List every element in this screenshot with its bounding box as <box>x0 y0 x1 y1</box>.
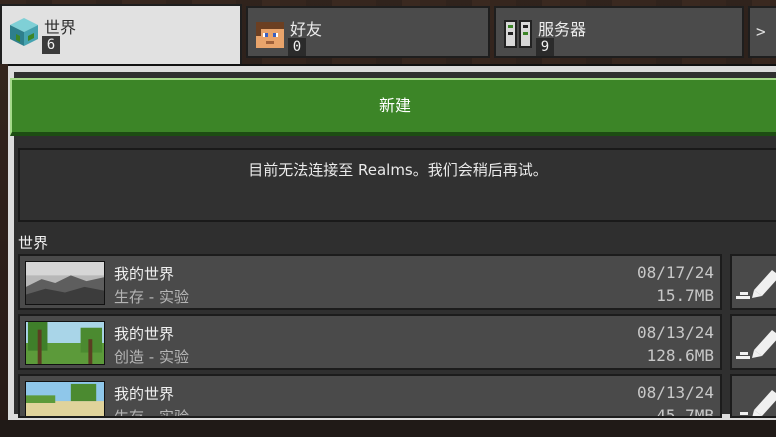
world-size: 15.7MB <box>656 286 714 305</box>
realms-status-message: 目前无法连接至 Realms。我们会稍后再试。 <box>18 148 776 222</box>
tab-worlds-count: 6 <box>42 36 60 54</box>
chevron-right-icon: > <box>756 22 766 41</box>
tab-more[interactable]: > <box>748 6 776 58</box>
tab-servers-label: 服务器 <box>538 20 587 39</box>
tab-bar: 世界 6 好友 0 服务器 9 > <box>0 0 776 64</box>
tab-worlds[interactable]: 世界 6 <box>0 4 242 64</box>
world-thumbnail <box>25 261 105 305</box>
bottom-edge <box>0 420 776 437</box>
world-mode: 生存 - 实验 <box>114 408 189 418</box>
world-size: 45.7MB <box>656 406 714 418</box>
edit-world-button[interactable] <box>730 374 776 418</box>
edit-world-button[interactable] <box>730 314 776 370</box>
create-new-world-button[interactable]: 新建 <box>10 78 776 136</box>
tab-worlds-label: 世界 <box>44 18 77 37</box>
friend-face-icon <box>256 22 284 48</box>
world-thumbnail <box>25 381 105 416</box>
tab-servers-count: 9 <box>536 38 554 56</box>
world-list-item[interactable]: 我的世界 生存 - 实验 08/13/24 45.7MB <box>18 374 722 418</box>
world-list-item[interactable]: 我的世界 创造 - 实验 08/13/24 128.6MB <box>18 314 722 370</box>
world-name: 我的世界 <box>114 265 175 283</box>
world-name: 我的世界 <box>114 325 175 343</box>
tab-friends[interactable]: 好友 0 <box>246 6 490 58</box>
pencil-icon <box>736 330 776 359</box>
edit-world-button[interactable] <box>730 254 776 310</box>
world-mode: 生存 - 实验 <box>114 288 189 306</box>
world-mode: 创造 - 实验 <box>114 348 189 366</box>
world-date: 08/13/24 <box>636 323 714 342</box>
world-name: 我的世界 <box>114 385 175 403</box>
tab-servers[interactable]: 服务器 9 <box>494 6 744 58</box>
world-thumbnail <box>25 321 105 365</box>
world-list-item[interactable]: 我的世界 生存 - 实验 08/17/24 15.7MB <box>18 254 722 310</box>
tab-friends-label: 好友 <box>290 20 323 39</box>
worlds-section-title: 世界 <box>18 234 49 252</box>
world-date: 08/17/24 <box>636 263 714 282</box>
world-date: 08/13/24 <box>636 383 714 402</box>
world-size: 128.6MB <box>646 346 714 365</box>
tab-friends-count: 0 <box>288 38 306 56</box>
pencil-icon <box>740 390 776 416</box>
world-cube-icon <box>10 18 38 46</box>
server-icon <box>504 20 532 48</box>
pencil-icon <box>736 270 776 299</box>
